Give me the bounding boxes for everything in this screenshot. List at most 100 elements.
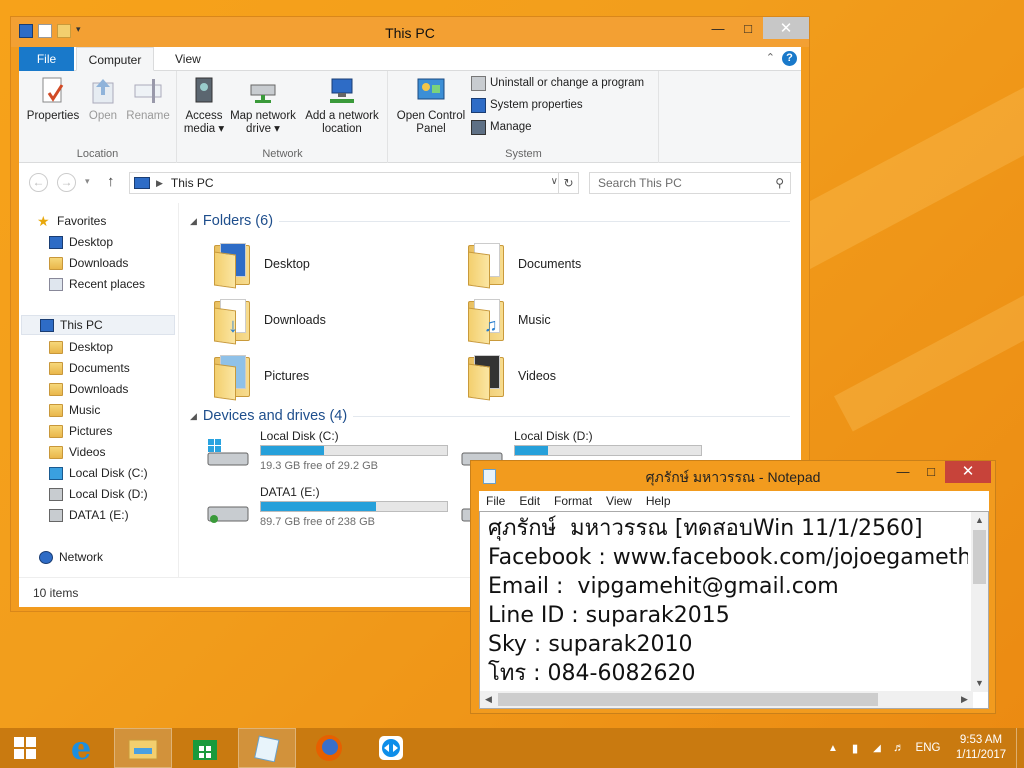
nav-network[interactable]: Network (39, 547, 103, 567)
address-box[interactable]: ▶ This PC ∨ ↻ (129, 172, 579, 194)
network-drive-icon (247, 75, 279, 107)
ribbon-group-network: Access media ▾ Map network drive ▾ Add a n… (178, 71, 388, 163)
power-icon[interactable]: ▮ (844, 741, 866, 755)
uninstall-program-button[interactable]: Uninstall or change a program (471, 73, 644, 93)
up-arrow-icon[interactable]: ↑ (107, 173, 115, 190)
scroll-thumb[interactable] (498, 693, 878, 706)
drive-c[interactable]: Local Disk (C:) 19.3 GB free of 29.2 GB (206, 429, 456, 479)
minimize-button[interactable]: — (889, 461, 917, 483)
start-button[interactable] (0, 728, 50, 768)
scroll-up-icon[interactable]: ▲ (971, 512, 988, 529)
nav-this-pc[interactable]: This PC (21, 315, 175, 335)
chevron-down-icon[interactable]: ∨ (551, 176, 558, 187)
recent-locations-icon[interactable]: ▾ (85, 176, 90, 187)
properties-icon (37, 75, 69, 107)
notepad-text[interactable]: ศุภรักษ์ มหาวรรณ [ทดสอบWin 11/1/2560] Fac… (488, 514, 968, 689)
close-button[interactable]: ✕ (763, 17, 809, 39)
folder-icon (212, 353, 254, 401)
hard-drive-icon (206, 495, 250, 523)
menu-edit[interactable]: Edit (512, 491, 547, 511)
volume-icon[interactable]: ♬ (888, 742, 910, 754)
menu-format[interactable]: Format (547, 491, 599, 511)
taskbar-firefox[interactable] (300, 728, 358, 768)
scroll-thumb[interactable] (973, 530, 986, 584)
manage-button[interactable]: Manage (471, 117, 532, 137)
folder-desktop[interactable]: Desktop (212, 239, 310, 289)
nav-favorites[interactable]: ★ Favorites (37, 211, 106, 231)
nav-label: Downloads (69, 382, 129, 396)
add-network-location-button[interactable]: Add a network location (300, 75, 384, 136)
devices-section-header[interactable]: ◢ Devices and drives (4) (190, 406, 790, 426)
refresh-icon[interactable]: ↻ (558, 173, 578, 193)
forward-button[interactable]: → (57, 173, 76, 192)
nav-pc-c[interactable]: Local Disk (C:) (49, 463, 148, 483)
taskbar-store[interactable] (176, 728, 234, 768)
close-button[interactable]: ✕ (945, 461, 991, 483)
computer-icon (40, 318, 54, 332)
scroll-left-icon[interactable]: ◀ (480, 691, 497, 708)
navigation-pane: ★ Favorites Desktop Downloads Recent plac… (19, 203, 179, 577)
menu-view[interactable]: View (599, 491, 639, 511)
menu-file[interactable]: File (479, 491, 512, 511)
clock[interactable]: 9:53 AM 1/11/2017 (946, 733, 1016, 763)
group-label-system: System (505, 148, 542, 160)
taskbar-notepad[interactable] (238, 728, 296, 768)
tab-view[interactable]: View (161, 47, 215, 71)
language-indicator[interactable]: ENG (910, 742, 946, 754)
menu-help[interactable]: Help (639, 491, 678, 511)
scroll-right-icon[interactable]: ▶ (956, 691, 973, 708)
nav-pc-music[interactable]: Music (49, 400, 100, 420)
system-properties-button[interactable]: System properties (471, 95, 583, 115)
open-button[interactable]: Open (83, 75, 123, 123)
maximize-button[interactable]: □ (733, 17, 763, 39)
access-media-button[interactable]: Access media ▾ (182, 75, 226, 136)
drive-e[interactable]: DATA1 (E:) 89.7 GB free of 238 GB (206, 485, 456, 535)
tab-file[interactable]: File (19, 47, 74, 71)
chevron-up-icon[interactable]: ⌃ (766, 51, 775, 64)
drive-usage-fill (261, 502, 377, 511)
vertical-scrollbar[interactable]: ▲ ▼ (971, 512, 988, 692)
notepad-editor[interactable]: ศุภรักษ์ มหาวรรณ [ทดสอบWin 11/1/2560] Fac… (479, 511, 989, 709)
drive-usage-fill (515, 446, 549, 455)
nav-pc-videos[interactable]: Videos (49, 442, 105, 462)
nav-fav-desktop[interactable]: Desktop (49, 232, 113, 252)
nav-pc-pictures[interactable]: Pictures (49, 421, 112, 441)
taskbar-teamviewer[interactable] (362, 728, 420, 768)
show-desktop-button[interactable] (1016, 728, 1024, 768)
folders-section-header[interactable]: ◢ Folders (6) (190, 211, 790, 231)
open-control-panel-button[interactable]: Open Control Panel (393, 75, 469, 136)
taskbar-file-explorer[interactable] (114, 728, 172, 768)
folder-videos[interactable]: Videos (466, 351, 556, 401)
nav-fav-downloads[interactable]: Downloads (49, 253, 128, 273)
folder-music[interactable]: ♫ Music (466, 295, 551, 345)
nav-pc-downloads[interactable]: Downloads (49, 379, 128, 399)
back-button[interactable]: ← (29, 173, 48, 192)
breadcrumb-separator-icon[interactable]: ▶ (156, 178, 163, 189)
scroll-down-icon[interactable]: ▼ (971, 675, 988, 692)
text-line: Email : vipgamehit@gmail.com (488, 574, 839, 599)
nav-pc-e[interactable]: DATA1 (E:) (49, 505, 129, 525)
nav-pc-documents[interactable]: Documents (49, 358, 130, 378)
nav-fav-recent[interactable]: Recent places (49, 274, 145, 294)
rename-button[interactable]: Rename (123, 75, 173, 123)
explorer-titlebar[interactable]: ▾ This PC — □ ✕ (11, 17, 809, 47)
minimize-button[interactable]: — (703, 17, 733, 39)
folder-documents[interactable]: Documents (466, 239, 581, 289)
help-icon[interactable]: ? (782, 51, 797, 66)
search-icon[interactable]: ⚲ (775, 173, 784, 193)
nav-pc-desktop[interactable]: Desktop (49, 337, 113, 357)
horizontal-scrollbar[interactable]: ◀ ▶ (480, 691, 973, 708)
maximize-button[interactable]: □ (917, 461, 945, 483)
nav-pc-d[interactable]: Local Disk (D:) (49, 484, 148, 504)
network-signal-icon[interactable]: ◢ (866, 743, 888, 754)
tab-computer[interactable]: Computer (76, 47, 154, 71)
file-explorer-icon (128, 739, 158, 760)
folder-downloads[interactable]: ↓ Downloads (212, 295, 326, 345)
folder-pictures[interactable]: Pictures (212, 351, 309, 401)
taskbar-internet-explorer[interactable]: e (52, 728, 110, 768)
map-network-drive-button[interactable]: Map network drive ▾ (226, 75, 300, 136)
folder-label: Videos (518, 369, 556, 383)
properties-button[interactable]: Properties (25, 75, 81, 123)
show-hidden-icons-icon[interactable]: ▲ (822, 743, 844, 754)
search-input[interactable]: Search This PC ⚲ (589, 172, 791, 194)
